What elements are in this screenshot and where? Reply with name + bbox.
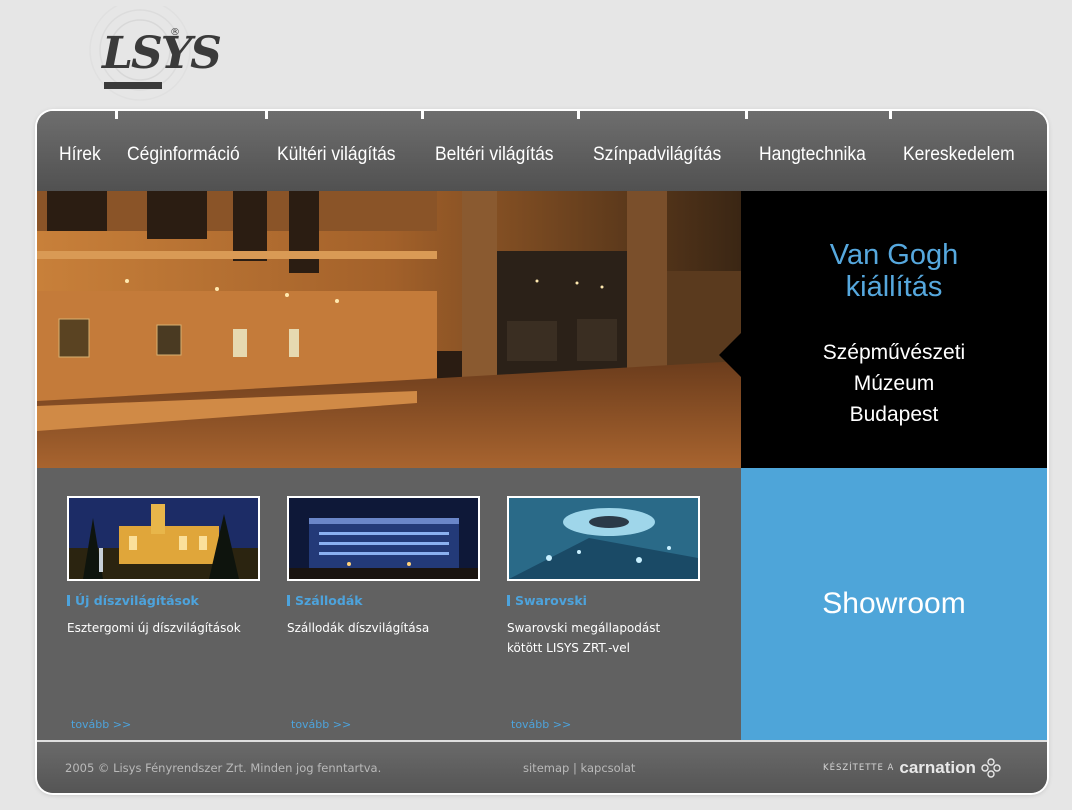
registered-mark: ® [170,27,180,38]
read-more-link[interactable]: tovább >> [71,718,131,731]
promo-title-line: Van Gogh [829,239,959,271]
promo-title-line: kiállítás [845,271,943,303]
promo-location-line: Szépművészeti [822,341,966,364]
news-card: Swarovski Swarovski megállapodást kötött… [507,496,700,658]
nav-divider-tick [745,111,748,119]
nav-item-hirek[interactable]: Hírek [59,111,101,191]
footer-links: sitemap | kapcsolat [523,761,635,775]
main-frame: Hírek Céginformáció Kültéri világítás Be… [37,111,1047,793]
news-card-description-line: Esztergomi új díszvilágítások [67,621,241,635]
nav-item-kulteri-vilagitas[interactable]: Kültéri világítás [277,111,396,191]
nav-divider-tick [115,111,118,119]
sitemap-link[interactable]: sitemap [523,761,569,775]
promo-location-line: Múzeum [853,372,935,395]
nav-item-belteri-vilagitas[interactable]: Beltéri világítás [435,111,554,191]
showroom-link[interactable]: Showroom [741,468,1047,740]
logo-underline [104,82,162,89]
news-card: Új díszvilágítások Esztergomi új díszvil… [67,496,260,638]
exhibition-promo-panel[interactable]: Van Gogh kiállítás Szépművészeti Múzeum … [719,191,1047,469]
nav-item-kereskedelem[interactable]: Kereskedelem [903,111,1015,191]
news-card: Szállodák Szállodák díszvilágítása [287,496,480,638]
news-card-description: Szállodák díszvilágítása [287,618,487,638]
nav-divider-tick [577,111,580,119]
nav-divider-tick [889,111,892,119]
nav-item-szinpadvilagitas[interactable]: Színpadvilágítás [593,111,721,191]
contact-link[interactable]: kapcsolat [581,761,636,775]
nav-item-hangtechnika[interactable]: Hangtechnika [759,111,866,191]
news-card-thumbnail[interactable] [287,496,480,581]
news-card-title[interactable]: Új díszvilágítások [67,593,260,608]
news-card-description-line: Swarovski megállapodást [507,621,661,635]
news-card-thumbnail[interactable] [67,496,260,581]
news-card-description: Swarovski megállapodást kötött LISYS ZRT… [507,618,707,658]
flower-icon [981,758,1001,778]
promo-location-line: Budapest [849,403,939,426]
promo-location: Szépművészeti Múzeum Budapest [741,337,1047,430]
main-navigation: Hírek Céginformáció Kültéri világítás Be… [37,111,1047,191]
news-card-description: Esztergomi új díszvilágítások [67,618,267,638]
promo-tail-arrow [883,445,917,469]
nav-item-ceginformacio[interactable]: Céginformáció [127,111,240,191]
news-section: Új díszvilágítások Esztergomi új díszvil… [37,468,741,740]
news-card-thumbnail[interactable] [507,496,700,581]
footer: 2005 © Lisys Fényrendszer Zrt. Minden jo… [37,740,1047,793]
copyright-text: 2005 © Lisys Fényrendszer Zrt. Minden jo… [65,761,382,775]
news-card-description-line: Szállodák díszvilágítása [287,621,430,635]
footer-link-separator: | [572,761,577,775]
news-card-description-line: kötött LISYS ZRT.-vel [507,641,630,655]
agency-credit[interactable]: KÉSZÍTETTE A carnation [823,754,1001,782]
hero-gallery-image[interactable] [37,191,741,468]
nav-divider-tick [265,111,268,119]
credit-brand: carnation [899,758,976,777]
promo-title: Van Gogh kiállítás [741,239,1047,303]
promo-notch-arrow [719,331,743,379]
news-card-title[interactable]: Szállodák [287,593,480,608]
read-more-link[interactable]: tovább >> [291,718,351,731]
news-card-title[interactable]: Swarovski [507,593,700,608]
read-more-link[interactable]: tovább >> [511,718,571,731]
company-logo[interactable]: LSYS ® [80,6,222,106]
credit-label: KÉSZÍTETTE A [823,763,895,773]
logo-wordmark: LSYS [102,28,222,79]
nav-divider-tick [421,111,424,119]
